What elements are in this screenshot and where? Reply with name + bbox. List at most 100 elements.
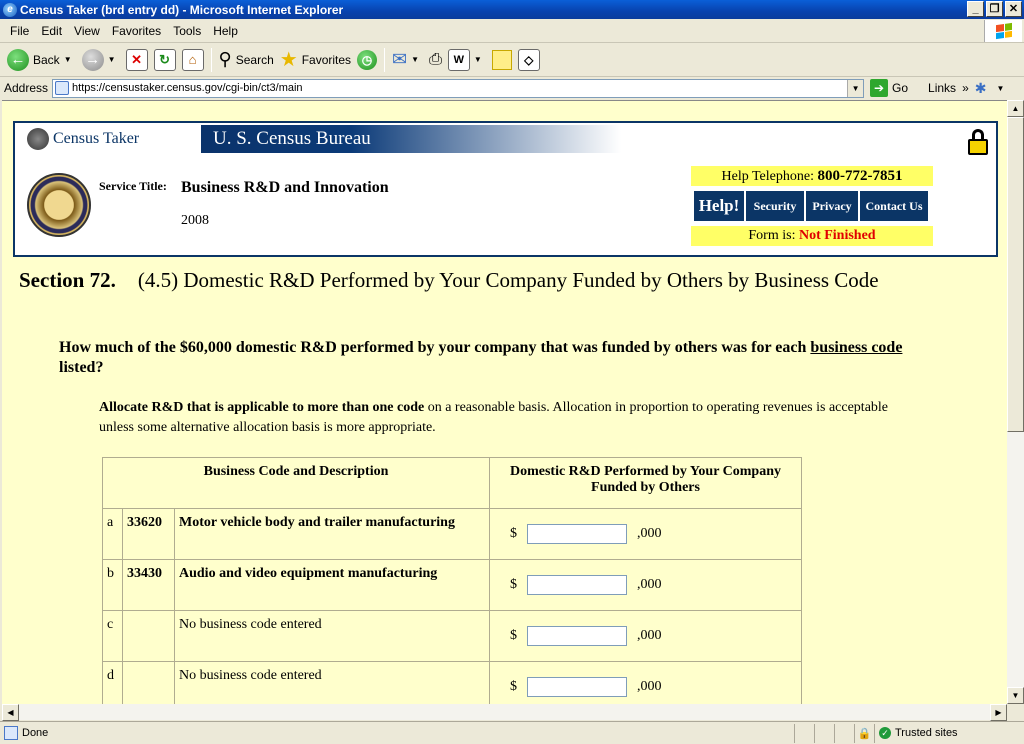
back-arrow-icon: ← — [7, 48, 29, 71]
vertical-scrollbar[interactable]: ▲ ▼ — [1007, 100, 1024, 704]
search-button[interactable]: ⚲ Search — [216, 46, 277, 74]
row-letter: a — [102, 508, 123, 560]
discuss-button[interactable] — [489, 46, 515, 74]
stop-icon: ✕ — [125, 48, 148, 71]
links-button[interactable]: Links » ✱ ▼ — [928, 80, 1008, 97]
lock-icon — [968, 129, 988, 155]
word-icon: W — [447, 48, 470, 71]
table-row: d No business code entered $ ,000 — [102, 661, 802, 704]
section-title: (4.5) Domestic R&D Performed by Your Com… — [137, 268, 879, 292]
menu-help[interactable]: Help — [207, 24, 244, 38]
menu-edit[interactable]: Edit — [35, 24, 68, 38]
row-description: No business code entered — [174, 610, 490, 662]
row-letter: d — [102, 661, 123, 704]
header-nav: Help! Security Privacy Contact Us — [694, 191, 928, 221]
menu-tools[interactable]: Tools — [167, 24, 207, 38]
chevron-right-icon: » — [962, 81, 969, 95]
menu-bar: File Edit View Favorites Tools Help — [0, 19, 1024, 43]
amount-input-b[interactable] — [527, 575, 627, 595]
refresh-button[interactable]: ↻ — [151, 46, 179, 74]
edit-button[interactable]: W ▼ — [445, 46, 489, 74]
mail-icon: ✉ — [392, 49, 408, 69]
star-icon: ★ — [279, 49, 298, 71]
row-amount-cell: $ ,000 — [489, 661, 802, 704]
menu-view[interactable]: View — [68, 24, 106, 38]
table-header-row: Business Code and Description Domestic R… — [102, 457, 802, 509]
print-button[interactable]: ⎙ — [426, 46, 445, 74]
chevron-down-icon: ▼ — [411, 55, 420, 64]
scroll-up-button[interactable]: ▲ — [1007, 100, 1024, 117]
go-arrow-icon: ➔ — [870, 79, 889, 97]
address-input[interactable]: https://censustaker.census.gov/cgi-bin/c… — [52, 78, 865, 98]
minimize-button[interactable]: _ — [967, 1, 984, 17]
row-description: No business code entered — [174, 661, 490, 704]
menu-favorites[interactable]: Favorites — [106, 24, 167, 38]
question-post: listed? — [59, 359, 104, 376]
thousands-suffix: ,000 — [637, 526, 662, 541]
thousands-suffix: ,000 — [637, 577, 662, 592]
row-description: Motor vehicle body and trailer manufactu… — [174, 508, 490, 560]
history-button[interactable]: ◷ — [354, 46, 380, 74]
column-header-rd-funded: Domestic R&D Performed by Your Company F… — [489, 457, 802, 509]
home-button[interactable]: ⌂ — [179, 46, 207, 74]
row-code: 33620 — [122, 508, 175, 560]
print-icon: ⎙ — [429, 50, 442, 68]
scroll-left-button[interactable]: ◀ — [2, 704, 19, 721]
amount-input-a[interactable] — [527, 524, 627, 544]
go-button[interactable]: ➔ Go — [870, 79, 908, 97]
row-code — [122, 610, 175, 662]
scroll-thumb[interactable] — [1007, 117, 1024, 432]
windows-logo-icon — [984, 20, 1022, 42]
row-description: Audio and video equipment manufacturing — [174, 559, 490, 611]
form-status: Form is: Not Finished — [691, 226, 933, 246]
menu-file[interactable]: File — [4, 24, 35, 38]
zone-label: Trusted sites — [895, 727, 958, 739]
scroll-right-button[interactable]: ▶ — [990, 704, 1007, 721]
instruction-text: Allocate R&D that is applicable to more … — [99, 398, 919, 438]
search-label: Search — [235, 52, 274, 67]
security-button[interactable]: Security — [746, 191, 804, 221]
privacy-button[interactable]: Privacy — [806, 191, 858, 221]
favorites-button[interactable]: ★ Favorites — [277, 46, 354, 74]
address-dropdown-button[interactable]: ▼ — [847, 79, 864, 97]
go-label: Go — [892, 81, 909, 95]
back-label: Back — [33, 52, 60, 67]
eagle-icon — [27, 128, 49, 150]
row-amount-cell: $ ,000 — [489, 610, 802, 662]
scroll-down-button[interactable]: ▼ — [1007, 687, 1024, 704]
business-code-link[interactable]: business code — [810, 339, 902, 356]
toolbar-separator — [210, 47, 212, 72]
close-button[interactable]: ✕ — [1005, 1, 1022, 17]
contact-us-button[interactable]: Contact Us — [860, 191, 928, 221]
census-banner: Census Taker U. S. Census Bureau — [21, 125, 621, 153]
window-titlebar: e Census Taker (brd entry dd) - Microsof… — [0, 0, 1024, 19]
thousands-suffix: ,000 — [637, 679, 662, 694]
table-row: a 33620 Motor vehicle body and trailer m… — [102, 508, 802, 560]
address-label: Address — [4, 81, 49, 95]
currency-symbol: $ — [510, 628, 517, 643]
status-cell — [834, 723, 854, 743]
amount-input-c[interactable] — [527, 626, 627, 646]
service-title: Business R&D and Innovation — [181, 179, 389, 196]
restore-button[interactable]: ❐ — [986, 1, 1003, 17]
amount-input-d[interactable] — [527, 677, 627, 697]
help-button[interactable]: Help! — [694, 191, 744, 221]
mail-button[interactable]: ✉ ▼ — [389, 46, 426, 74]
census-taker-text: Census Taker — [53, 130, 140, 147]
forward-button[interactable]: → ▼ — [79, 46, 123, 74]
form-status-value: Not Finished — [798, 228, 876, 243]
bureau-name: U. S. Census Bureau — [213, 128, 371, 149]
row-code — [122, 661, 175, 704]
chevron-down-icon: ▼ — [63, 55, 72, 64]
horizontal-scrollbar[interactable]: ◀ ▶ — [2, 704, 1007, 721]
census-taker-logo: Census Taker — [21, 125, 201, 153]
question-text: How much of the $60,000 domestic R&D per… — [59, 338, 939, 378]
back-button[interactable]: ← Back ▼ — [4, 46, 79, 74]
home-icon: ⌂ — [181, 48, 204, 71]
stop-button[interactable]: ✕ — [123, 46, 151, 74]
status-bar: Done 🔒 ✓ Trusted sites — [0, 721, 1024, 744]
messenger-button[interactable]: ◇ — [515, 46, 543, 74]
diamond-icon: ◇ — [517, 48, 540, 71]
refresh-icon: ↻ — [153, 48, 176, 71]
address-bar: Address https://censustaker.census.gov/c… — [0, 77, 1024, 99]
